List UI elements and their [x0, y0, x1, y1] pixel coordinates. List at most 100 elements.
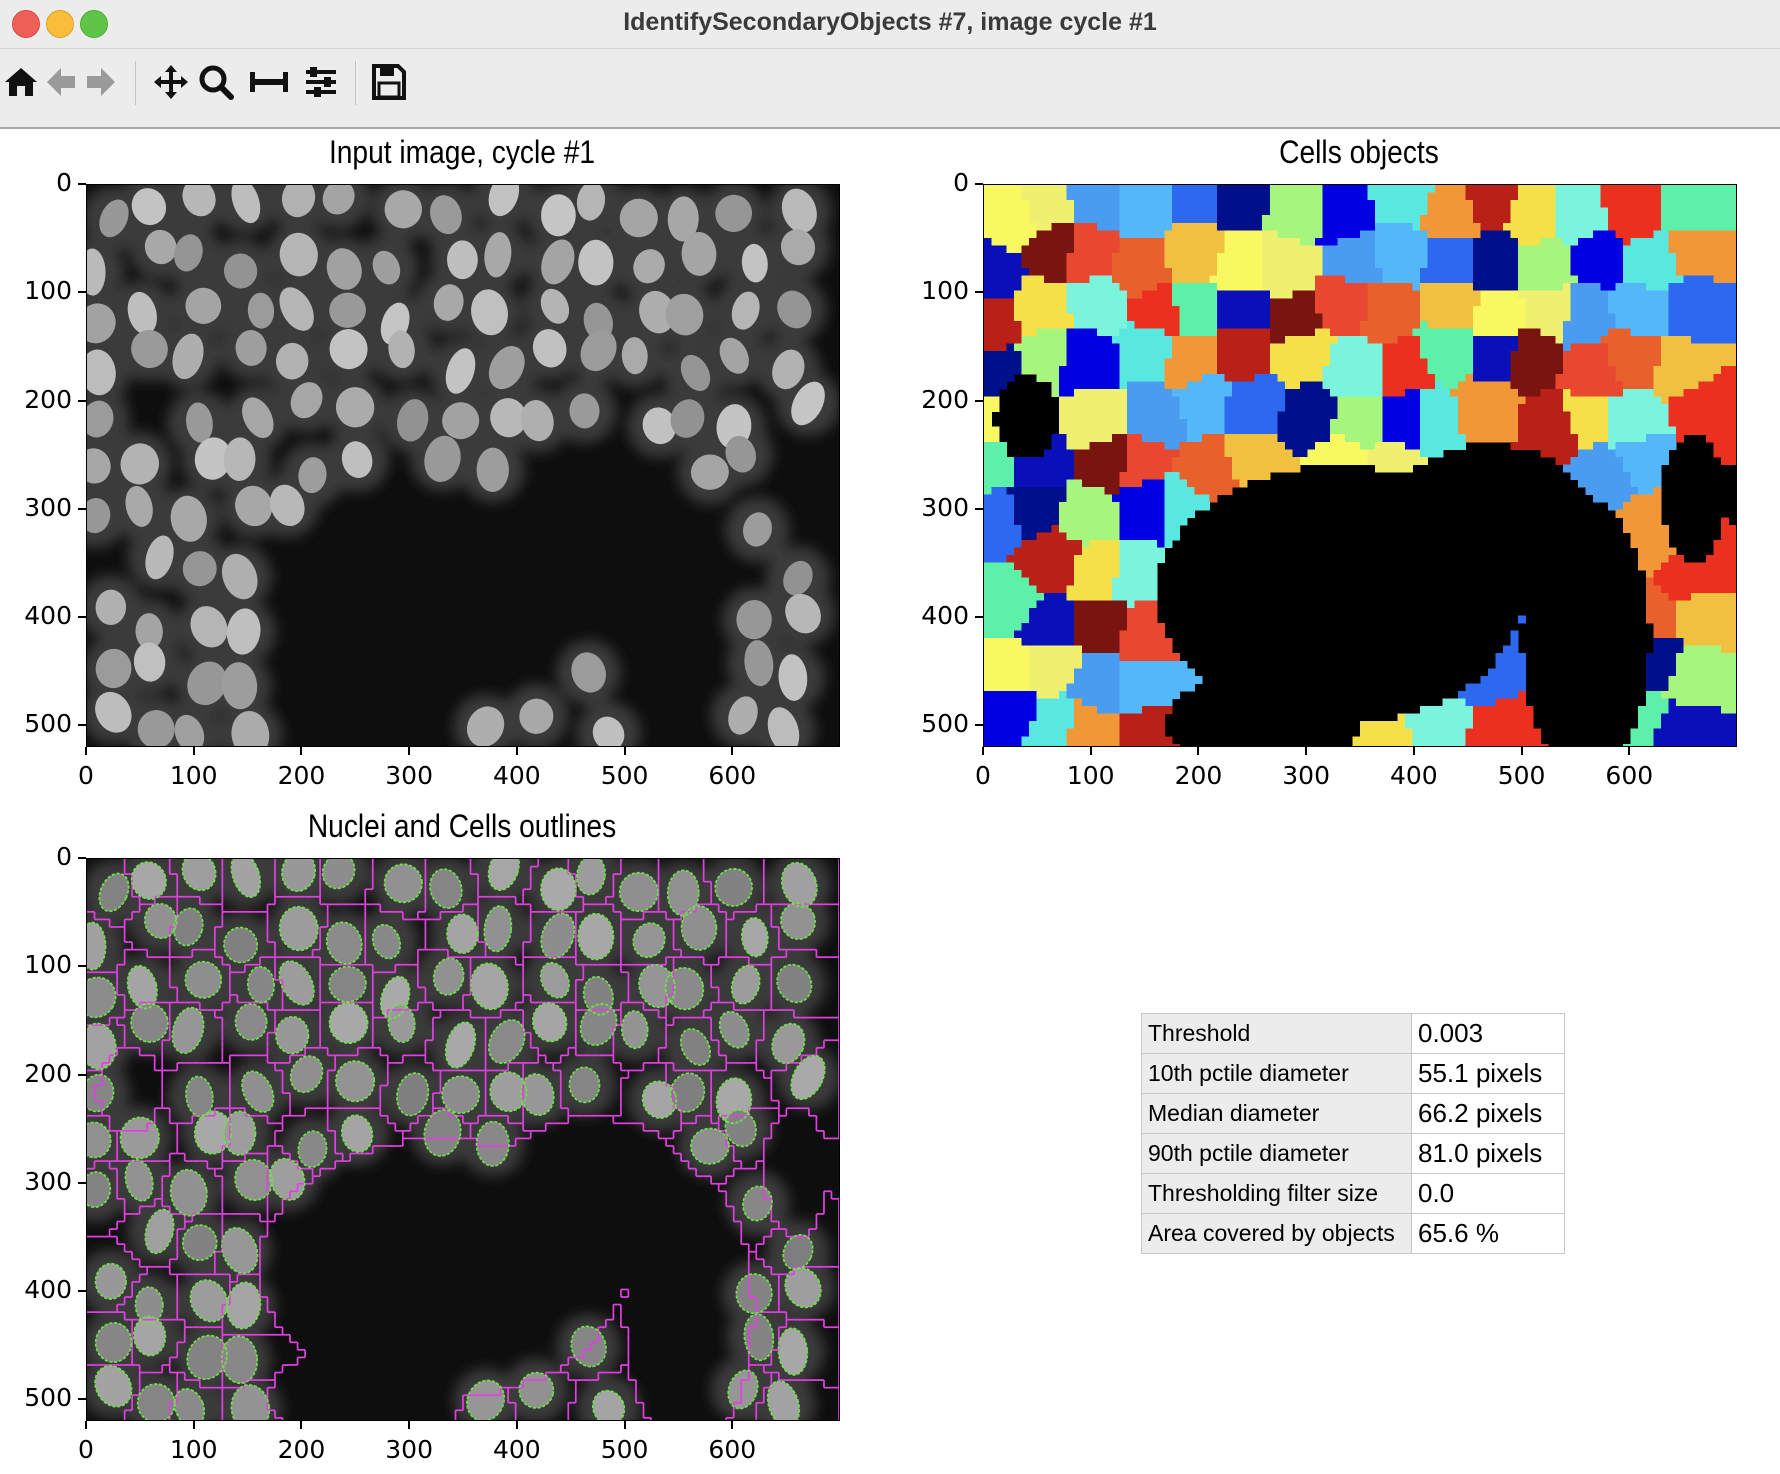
measurement-value: 0.003 — [1411, 1013, 1565, 1054]
y-tick-mark — [78, 857, 86, 859]
x-tick-label: 0 — [975, 761, 991, 790]
toolbar-separator — [135, 61, 136, 105]
measurement-row: Thresholding filter size 0.0 — [1141, 1173, 1565, 1214]
x-tick-mark — [1628, 747, 1631, 755]
x-tick-mark — [731, 747, 734, 755]
x-tick-label: 200 — [1174, 761, 1223, 790]
y-tick-mark — [78, 291, 86, 294]
x-tick-label: 400 — [492, 1435, 541, 1464]
x-tick-label: 0 — [78, 1435, 94, 1464]
toolbar-separator — [355, 61, 356, 105]
y-tick-mark — [975, 399, 983, 402]
y-tick-label: 100 — [24, 950, 72, 980]
y-tick-label: 400 — [24, 601, 72, 631]
x-tick-label: 300 — [1282, 761, 1330, 790]
y-tick-mark — [78, 1398, 86, 1401]
y-tick-mark — [78, 1290, 86, 1293]
x-tick-label: 100 — [169, 1435, 218, 1464]
x-tick-mark — [408, 1421, 411, 1429]
y-tick-mark — [78, 183, 86, 185]
zoom-button[interactable] — [195, 61, 237, 103]
measurement-row: 90th pctile diameter 81.0 pixels — [1141, 1133, 1565, 1174]
home-icon — [5, 68, 37, 96]
arrow-right-icon — [87, 68, 115, 96]
y-tick-mark — [975, 291, 983, 294]
measurement-label: Threshold — [1141, 1013, 1412, 1054]
x-tick-mark — [85, 1421, 87, 1429]
configure-button[interactable] — [300, 61, 342, 103]
window-title: IdentifySecondaryObjects #7, image cycle… — [623, 8, 1157, 36]
cells-label-image — [984, 185, 1736, 746]
y-tick-label: 0 — [953, 168, 969, 197]
y-tick-label: 500 — [921, 709, 969, 739]
x-tick-label: 500 — [600, 761, 649, 790]
y-tick-mark — [78, 507, 86, 510]
move-icon — [154, 65, 188, 99]
measurement-label: Median diameter — [1141, 1093, 1412, 1134]
nucleus — [541, 194, 576, 237]
save-button[interactable] — [368, 61, 410, 103]
measurement-value: 55.1 pixels — [1411, 1053, 1565, 1094]
y-tick-mark — [78, 616, 86, 619]
measurement-label: Thresholding filter size — [1141, 1173, 1412, 1214]
cell-labels — [984, 185, 1736, 746]
home-button[interactable] — [0, 61, 42, 103]
x-tick-label: 600 — [1605, 761, 1654, 790]
measurement-value: 81.0 pixels — [1411, 1133, 1565, 1174]
measurement-value: 66.2 pixels — [1411, 1093, 1565, 1134]
nucleus — [578, 239, 614, 286]
forward-button[interactable] — [80, 61, 122, 103]
x-tick-mark — [1305, 747, 1308, 755]
measure-button[interactable] — [248, 61, 290, 103]
zoom-icon — [199, 65, 234, 100]
y-tick-label: 300 — [24, 1166, 72, 1196]
arrow-left-icon — [47, 68, 75, 96]
input-image-axes[interactable] — [86, 184, 840, 747]
input-image-title: Input image, cycle #1 — [328, 134, 596, 170]
x-tick-mark — [300, 1421, 303, 1429]
outlines-axes[interactable] — [86, 858, 840, 1421]
cells-objects-axes[interactable] — [983, 184, 1737, 747]
y-tick-label: 100 — [921, 276, 969, 306]
x-tick-mark — [1197, 747, 1200, 755]
measurement-label: 10th pctile diameter — [1141, 1053, 1412, 1094]
x-tick-label: 300 — [385, 761, 433, 790]
y-tick-label: 500 — [24, 709, 72, 739]
back-button[interactable] — [40, 61, 82, 103]
x-tick-label: 200 — [277, 1435, 326, 1464]
pan-button[interactable] — [150, 61, 192, 103]
ruler-icon — [250, 72, 288, 92]
measurement-label: Area covered by objects — [1141, 1213, 1412, 1254]
y-tick-mark — [78, 965, 86, 968]
y-tick-label: 100 — [24, 276, 72, 306]
y-tick-mark — [78, 399, 86, 402]
x-tick-label: 500 — [600, 1435, 649, 1464]
x-tick-label: 300 — [385, 1435, 433, 1464]
x-tick-label: 200 — [277, 761, 326, 790]
measurement-value: 65.6 % — [1411, 1213, 1565, 1254]
x-tick-mark — [300, 747, 303, 755]
x-tick-mark — [623, 1421, 626, 1429]
y-tick-mark — [78, 1181, 86, 1184]
x-tick-mark — [408, 747, 411, 755]
measurements-table: Threshold 0.003 10th pctile diameter 55.1 p… — [1141, 1013, 1565, 1254]
x-tick-mark — [515, 747, 518, 755]
x-tick-label: 500 — [1497, 761, 1546, 790]
save-icon — [372, 64, 406, 100]
y-tick-mark — [78, 724, 86, 727]
x-tick-mark — [1412, 747, 1415, 755]
y-tick-label: 400 — [24, 1275, 72, 1305]
x-tick-label: 100 — [169, 761, 218, 790]
measurement-row: Median diameter 66.2 pixels — [1141, 1093, 1565, 1134]
y-tick-mark — [975, 507, 983, 510]
x-tick-label: 600 — [708, 1435, 757, 1464]
y-tick-mark — [975, 616, 983, 619]
x-tick-label: 400 — [1389, 761, 1438, 790]
x-tick-mark — [731, 1421, 734, 1429]
input-image — [87, 185, 839, 746]
y-tick-label: 400 — [921, 601, 969, 631]
cells-objects-title: Cells objects — [1279, 134, 1439, 170]
measurement-row: Area covered by objects 65.6 % — [1141, 1213, 1565, 1254]
measurement-row: 10th pctile diameter 55.1 pixels — [1141, 1053, 1565, 1094]
y-tick-mark — [78, 1073, 86, 1076]
